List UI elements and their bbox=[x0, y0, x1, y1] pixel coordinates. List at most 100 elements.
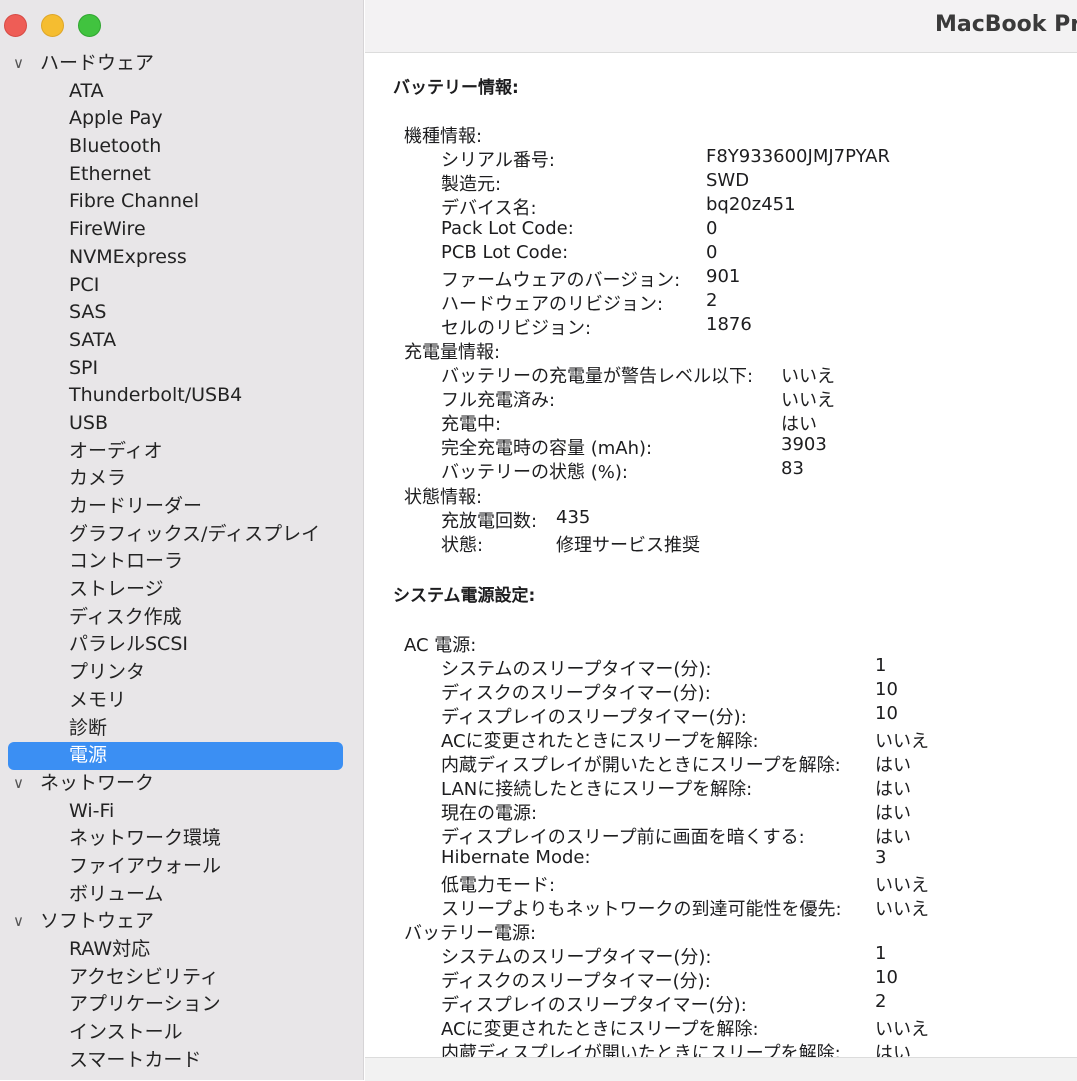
ac-power-key: スリープよりもネットワークの到達可能性を優先: bbox=[441, 899, 842, 920]
sidebar-item-label: Ethernet bbox=[69, 162, 151, 185]
sidebar-item[interactable]: SAS bbox=[0, 299, 363, 327]
model-info-value: F8Y933600JMJ7PYAR bbox=[706, 146, 890, 167]
sidebar-item-label: パラレルSCSI bbox=[69, 633, 188, 656]
ac-power-value: いいえ bbox=[875, 875, 929, 896]
model-info-value: 0 bbox=[706, 242, 718, 263]
sidebar-item-label: ディスク作成 bbox=[69, 605, 182, 628]
ac-power-key: ディスクのスリープタイマー(分): bbox=[441, 683, 711, 704]
sidebar-tree: ∨ ハードウェア ATA Apple Pay Bluetooth Ethernet Fibr… bbox=[0, 50, 363, 1074]
detail-pane[interactable]: バッテリー情報: 機種情報: シリアル番号: F8Y933600JMJ7PYAR 製… bbox=[365, 53, 1077, 1057]
sidebar-item-label: コントローラ bbox=[69, 550, 184, 573]
sidebar-item-label: メモリ bbox=[69, 688, 127, 711]
sidebar-item[interactable]: ネットワーク環境 bbox=[0, 825, 363, 853]
sidebar-item[interactable]: スマートカード bbox=[0, 1047, 363, 1075]
sidebar-item-label: 電源 bbox=[69, 744, 108, 767]
sidebar-item[interactable]: SPI bbox=[0, 355, 363, 383]
minimize-button[interactable] bbox=[41, 14, 64, 37]
sidebar-item-label: ATA bbox=[69, 79, 104, 102]
ac-power-value: はい bbox=[875, 827, 911, 848]
sidebar-item[interactable]: USB bbox=[0, 410, 363, 438]
sidebar-item[interactable]: RAW対応 bbox=[0, 936, 363, 964]
sidebar: ∨ ハードウェア ATA Apple Pay Bluetooth Ethernet Fibr… bbox=[0, 0, 364, 1080]
sidebar-item-label: ネットワーク環境 bbox=[69, 827, 222, 850]
sidebar-item[interactable]: Apple Pay bbox=[0, 105, 363, 133]
model-info-value: 2 bbox=[706, 290, 718, 311]
sidebar-item[interactable]: PCI bbox=[0, 272, 363, 300]
charge-info-key: 完全充電時の容量 (mAh): bbox=[441, 438, 653, 459]
sidebar-item[interactable]: アプリケーション bbox=[0, 991, 363, 1019]
model-info-value: SWD bbox=[706, 170, 750, 191]
ac-power-header: AC 電源: bbox=[404, 635, 477, 656]
sidebar-item-label: 診断 bbox=[69, 716, 108, 739]
sidebar-group[interactable]: ∨ ソフトウェア bbox=[0, 908, 363, 936]
sidebar-item[interactable]: グラフィックス/ディスプレイ bbox=[0, 521, 363, 549]
model-info-key: PCB Lot Code: bbox=[441, 242, 569, 263]
sidebar-item[interactable]: 電源 bbox=[0, 742, 363, 770]
charge-info-value: いいえ bbox=[781, 366, 835, 387]
battery-power-value: 2 bbox=[875, 991, 887, 1012]
sidebar-item[interactable]: パラレルSCSI bbox=[0, 631, 363, 659]
sidebar-item[interactable]: NVMExpress bbox=[0, 244, 363, 272]
sidebar-item-label: SAS bbox=[69, 301, 107, 324]
sidebar-item[interactable]: アクセシビリティ bbox=[0, 964, 363, 992]
sidebar-item[interactable]: ストレージ bbox=[0, 576, 363, 604]
title-bar: MacBook Pr bbox=[365, 0, 1077, 53]
sidebar-item[interactable]: ファイアウォール bbox=[0, 853, 363, 881]
model-info-key: セルのリビジョン: bbox=[441, 318, 592, 339]
sidebar-item-label: SATA bbox=[69, 328, 117, 351]
sidebar-item[interactable]: ディスク作成 bbox=[0, 604, 363, 632]
sidebar-item[interactable]: Bluetooth bbox=[0, 133, 363, 161]
battery-power-key: ACに変更されたときにスリープを解除: bbox=[441, 1019, 759, 1040]
status-info-value: 435 bbox=[556, 507, 591, 528]
model-info-header: 機種情報: bbox=[404, 126, 483, 147]
battery-power-key: ディスクのスリープタイマー(分): bbox=[441, 971, 711, 992]
sidebar-item-label: グラフィックス/ディスプレイ bbox=[69, 522, 321, 545]
sidebar-item-label: ストレージ bbox=[69, 578, 164, 601]
chevron-down-icon[interactable]: ∨ bbox=[13, 770, 24, 798]
ac-power-key: LANに接続したときにスリープを解除: bbox=[441, 779, 753, 800]
sidebar-item[interactable]: SATA bbox=[0, 327, 363, 355]
sidebar-item[interactable]: Fibre Channel bbox=[0, 188, 363, 216]
charge-info-value: はい bbox=[781, 414, 817, 435]
sidebar-item-label: カメラ bbox=[69, 467, 127, 490]
sidebar-group[interactable]: ∨ ネットワーク bbox=[0, 770, 363, 798]
sidebar-item[interactable]: カメラ bbox=[0, 465, 363, 493]
sidebar-group[interactable]: ∨ ハードウェア bbox=[0, 50, 363, 78]
sidebar-item[interactable]: オーディオ bbox=[0, 438, 363, 466]
sidebar-item[interactable]: Thunderbolt/USB4 bbox=[0, 382, 363, 410]
ac-power-key: ACに変更されたときにスリープを解除: bbox=[441, 731, 759, 752]
battery-power-value: 10 bbox=[875, 967, 898, 988]
sidebar-item-label: Fibre Channel bbox=[69, 190, 200, 213]
battery-power-value: はい bbox=[875, 1043, 911, 1057]
battery-power-value: 1 bbox=[875, 943, 887, 964]
sidebar-item[interactable]: Ethernet bbox=[0, 161, 363, 189]
power-section-title: システム電源設定: bbox=[393, 586, 536, 606]
sidebar-group-label: ネットワーク bbox=[40, 771, 155, 794]
sidebar-item[interactable]: カードリーダー bbox=[0, 493, 363, 521]
sidebar-item[interactable]: インストール bbox=[0, 1019, 363, 1047]
chevron-down-icon[interactable]: ∨ bbox=[13, 50, 24, 78]
model-info-key: シリアル番号: bbox=[441, 150, 555, 171]
zoom-button[interactable] bbox=[78, 14, 101, 37]
chevron-down-icon[interactable]: ∨ bbox=[13, 908, 24, 936]
model-info-key: ファームウェアのバージョン: bbox=[441, 270, 681, 291]
path-bar bbox=[365, 1057, 1077, 1081]
battery-section-title: バッテリー情報: bbox=[393, 78, 519, 98]
charge-info-key: フル充電済み: bbox=[441, 390, 556, 411]
sidebar-item[interactable]: ボリューム bbox=[0, 881, 363, 909]
ac-power-value: いいえ bbox=[875, 731, 929, 752]
close-button[interactable] bbox=[4, 14, 27, 37]
sidebar-item-label: Thunderbolt/USB4 bbox=[69, 384, 243, 407]
sidebar-item[interactable]: 診断 bbox=[0, 715, 363, 743]
sidebar-group-label: ソフトウェア bbox=[40, 910, 155, 933]
model-info-key: ハードウェアのリビジョン: bbox=[441, 294, 664, 315]
sidebar-item[interactable]: ATA bbox=[0, 78, 363, 106]
sidebar-item[interactable]: コントローラ bbox=[0, 548, 363, 576]
sidebar-item-label: Apple Pay bbox=[69, 107, 163, 130]
sidebar-item[interactable]: プリンタ bbox=[0, 659, 363, 687]
status-info-key: 充放電回数: bbox=[441, 511, 538, 532]
sidebar-item[interactable]: FireWire bbox=[0, 216, 363, 244]
ac-power-key: Hibernate Mode: bbox=[441, 847, 591, 868]
sidebar-item[interactable]: Wi-Fi bbox=[0, 798, 363, 826]
sidebar-item[interactable]: メモリ bbox=[0, 687, 363, 715]
